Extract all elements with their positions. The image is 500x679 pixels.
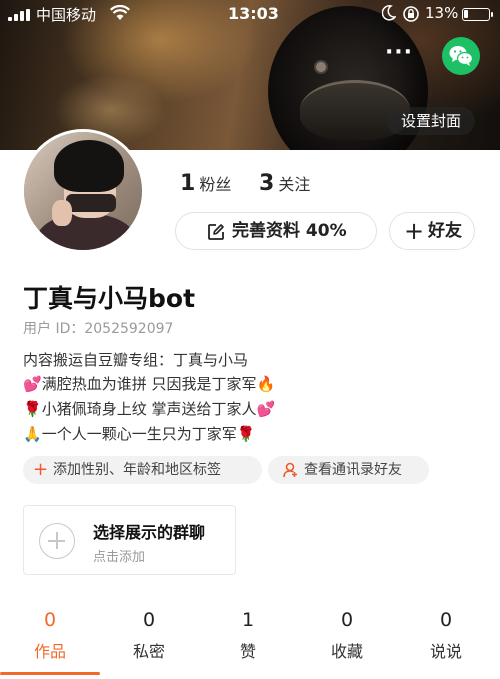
wifi-icon [110,4,130,25]
followers-label: 粉丝 [199,175,232,194]
bio-line-text: 满腔热血为谁拼 只因我是丁家军 [41,375,257,393]
clock: 13:03 [228,4,279,23]
more-button[interactable]: ··· [379,40,419,70]
rotation-lock-icon [402,5,420,27]
heart-emoji-icon: 💕 [256,400,276,418]
group-chat-card[interactable]: 选择展示的群聊 点击添加 [23,505,236,575]
bio-line-2: 💕满腔热血为谁拼 只因我是丁家军🔥 [23,373,275,394]
wechat-icon [449,46,473,66]
complete-profile-label: 完善资料 40% [232,221,347,241]
tab-count: 0 [142,609,156,631]
tab-count: 0 [439,609,453,631]
battery-percent: 13% [425,4,459,22]
bio-line-1: 内容搬运自豆瓣专组：丁真与小马 [23,349,248,370]
active-tab-indicator [0,672,100,675]
avatar[interactable] [21,129,145,253]
cover-bolt-shape [314,60,328,74]
tab-label: 说说 [429,642,462,661]
add-tags-button[interactable]: + 添加性别、年龄和地区标签 [23,456,262,484]
add-friend-label: 好友 [428,221,462,241]
pray-emoji-icon: 🙏 [23,425,42,443]
rose-emoji-icon: 🌹 [236,425,256,443]
tab-count: 1 [241,609,255,631]
moon-icon [381,5,397,25]
profile-name: 丁真与小马bot [23,284,196,313]
add-tags-label: 添加性别、年龄和地区标签 [53,462,221,478]
tab-private[interactable]: 0 私密 [99,608,199,679]
following-stat[interactable]: 3 关注 [259,171,310,196]
rose-emoji-icon: 🌹 [23,400,42,418]
contacts-friends-button[interactable]: 查看通讯录好友 [268,456,429,484]
bio-line-text: 内容搬运自豆瓣专组：丁真与小马 [23,351,249,369]
tab-label: 赞 [239,642,256,661]
heart-emoji-icon: 💕 [23,375,42,393]
bio-line-4: 🙏一个人一颗心一生只为丁家军🌹 [23,423,255,444]
contacts-icon [283,462,297,478]
tab-count: 0 [340,609,354,631]
fire-emoji-icon: 🔥 [256,375,276,393]
tab-label: 作品 [33,642,66,661]
bio-line-text: 小猪佩琦身上纹 掌声送给丁家人 [41,400,257,418]
wechat-button[interactable] [442,37,480,75]
battery-icon [462,8,493,21]
contacts-label: 查看通讯录好友 [304,462,402,478]
tab-likes[interactable]: 1 赞 [198,608,298,679]
carrier-name: 中国移动 [36,6,97,24]
bio-line-3: 🌹小猪佩琦身上纹 掌声送给丁家人💕 [23,398,275,419]
status-bar: 中国移动 13:03 13% [0,0,500,28]
set-cover-button[interactable]: 设置封面 [387,107,475,135]
tab-works[interactable]: 0 作品 [0,608,100,679]
followers-count: 1 [180,171,196,196]
group-card-subtitle: 点击添加 [93,550,146,565]
user-id: 用户 ID：2052592097 [23,321,174,337]
signal-icon [8,9,30,21]
followers-stat[interactable]: 1 粉丝 [180,171,231,196]
complete-profile-button[interactable]: 完善资料 40% [175,212,377,250]
tab-posts[interactable]: 0 说说 [396,608,496,679]
plus-icon: + [33,459,49,480]
tab-label: 收藏 [330,642,363,661]
tab-label: 私密 [132,642,165,661]
edit-icon [208,224,224,240]
plus-icon: + [404,217,425,245]
following-count: 3 [259,171,275,196]
tab-count: 0 [43,609,57,631]
following-label: 关注 [278,175,311,194]
tab-favorites[interactable]: 0 收藏 [297,608,397,679]
add-circle-icon [39,523,75,559]
bio-line-text: 一个人一颗心一生只为丁家军 [41,425,237,443]
group-card-title: 选择展示的群聊 [93,523,206,542]
add-friend-button[interactable]: + 好友 [389,212,475,250]
